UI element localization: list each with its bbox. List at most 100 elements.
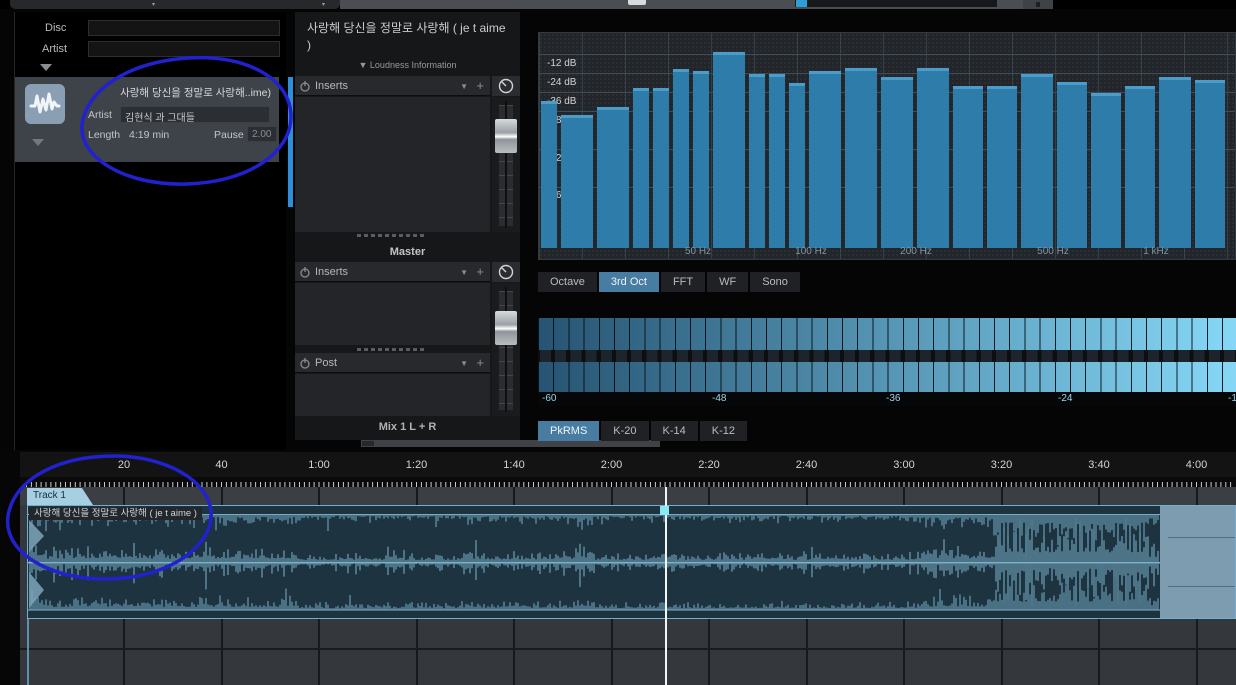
spectrum-bar (789, 83, 805, 248)
freq-label: 500 Hz (1037, 246, 1069, 257)
top-toolbar: ▾ ▾ (0, 0, 1236, 9)
spectrum-bar (1159, 77, 1191, 248)
ruler-label: 1:20 (405, 459, 428, 471)
spectrum-mode-3rd-oct[interactable]: 3rd Oct (598, 272, 659, 292)
chevron-down-icon[interactable]: ▼ (460, 268, 468, 277)
post-header[interactable]: Post ▼ + (295, 353, 490, 373)
meter-mode-pkrms[interactable]: PkRMS (538, 421, 600, 441)
spectrum-mode-fft[interactable]: FFT (660, 272, 706, 292)
power-icon[interactable] (299, 357, 311, 369)
meter-bar-right (538, 362, 1236, 392)
meter-scale-label: -24 (1058, 393, 1073, 404)
post-area[interactable] (295, 374, 490, 416)
freq-label: 200 Hz (900, 246, 932, 257)
master-fader-zone (492, 283, 520, 416)
toolbar-small-button[interactable] (1023, 0, 1053, 9)
track-fader-handle[interactable] (495, 119, 517, 153)
spectrum-analyzer: -12 dB-24 dB-36 dB-48 dB-72 dB-96 dB50 H… (538, 32, 1236, 260)
meter-scale-label: -60 (542, 393, 557, 404)
knob-icon (498, 264, 514, 280)
meter-mode-k-20[interactable]: K-20 (601, 421, 649, 441)
tail-zero-line (1168, 586, 1235, 587)
meter-scale-label: -12 (1228, 393, 1236, 404)
meter-scale: -60 -48 -36 -24 -12 (538, 392, 1236, 406)
spectrum-mode-octave[interactable]: Octave (538, 272, 597, 292)
db-gridline (539, 73, 1235, 74)
spectrum-mode-wf[interactable]: WF (707, 272, 749, 292)
meter-mode-k-14[interactable]: K-14 (650, 421, 698, 441)
knob-icon (498, 78, 514, 94)
inserts-label: Inserts (315, 80, 349, 92)
collapse-arrow-icon[interactable] (40, 64, 52, 71)
disc-input[interactable] (88, 20, 280, 36)
track-knob-button[interactable] (492, 76, 520, 96)
spectrum-bar (673, 69, 689, 248)
spectrum-bar (541, 100, 557, 248)
lane-divider (20, 648, 1236, 650)
spectrum-bar (809, 70, 841, 248)
spectrum-bar (1091, 92, 1121, 248)
chevron-down-icon: ▾ (152, 2, 156, 8)
ruler-ticks (20, 477, 1236, 489)
panel-song-title: 사랑해 당신을 정말로 사랑해 ( je t aime ) (307, 21, 506, 52)
master-knob-button[interactable] (492, 262, 520, 282)
meter-mode-k-12[interactable]: K-12 (699, 421, 748, 441)
channel-panel: 사랑해 당신을 정말로 사랑해 ( je t aime ) ▼ Loudness… (295, 12, 520, 440)
add-insert-icon[interactable]: + (476, 264, 484, 279)
ruler-label: 3:00 (893, 459, 915, 471)
power-icon[interactable] (299, 266, 311, 278)
playhead-marker[interactable] (660, 506, 669, 515)
spectrum-bar (653, 88, 669, 248)
horizontal-scrollbar[interactable] (361, 440, 660, 447)
db-label: -12 dB (547, 57, 577, 69)
track-list-panel: Disc Artist 사랑해 당신을 정말로 사랑해..ime) Artist… (14, 12, 286, 450)
pause-field[interactable]: 2.00 (247, 126, 277, 142)
power-icon[interactable] (299, 80, 311, 92)
time-ruler[interactable]: 20 40 1:00 1:20 1:40 2:00 2:20 2:40 3:00 3:20 3:40… (20, 452, 1236, 477)
track-fader-zone (492, 97, 520, 232)
ruler-label: 3:20 (990, 459, 1013, 471)
ruler-label: 3:40 (1088, 459, 1110, 471)
track-list-item[interactable]: 사랑해 당신을 정말로 사랑해..ime) Artist 김현식 과 그대들 L… (15, 77, 279, 162)
post-label: Post (315, 357, 338, 369)
pause-label: Pause (214, 129, 244, 141)
track-list-scrollbar[interactable] (288, 77, 293, 207)
master-inserts-header[interactable]: Inserts ▼ + (295, 262, 490, 282)
playhead[interactable] (665, 487, 667, 685)
scrollbar-handle[interactable] (362, 441, 374, 446)
section-splitter[interactable] (357, 348, 427, 351)
freq-label: 1 kHz (1143, 246, 1169, 257)
artist-input[interactable] (88, 41, 280, 57)
track-header-row (20, 487, 1236, 505)
chevron-down-icon[interactable]: ▼ (460, 359, 468, 368)
master-fader-handle[interactable] (495, 311, 517, 345)
device-combo[interactable] (10, 0, 340, 9)
master-inserts-area[interactable] (295, 283, 490, 345)
meter-scale-label: -48 (712, 393, 727, 404)
spectrum-bar (713, 51, 745, 248)
spectrum-bar (953, 86, 983, 248)
add-insert-icon[interactable]: + (476, 355, 484, 370)
item-artist-field[interactable]: 김현식 과 그대들 (120, 106, 270, 123)
chevron-down-icon[interactable]: ▼ (460, 82, 468, 91)
loudness-information-header[interactable]: ▼ Loudness Information (295, 60, 520, 70)
chevron-down-icon: ▾ (322, 2, 326, 8)
spectrum-mode-sono[interactable]: Sono (750, 272, 800, 292)
section-splitter[interactable] (357, 234, 427, 237)
loudness-meter: -60 -48 -36 -24 -12 (538, 318, 1236, 406)
spectrum-bar (693, 70, 709, 248)
spectrum-mode-buttons: Octave 3rd Oct FFT WF Sono (538, 272, 800, 292)
audio-clip[interactable]: 사랑해 당신을 정말로 사랑해 ( je t aime ) (27, 505, 1236, 619)
toolbar-mini-button[interactable] (628, 0, 646, 5)
master-title: Master (389, 246, 426, 258)
track-inserts-header[interactable]: Inserts ▼ + (295, 76, 490, 96)
clip-edge-marker (27, 619, 29, 685)
spectrum-bar (1021, 73, 1053, 248)
track-tab[interactable]: Track 1 (27, 488, 93, 505)
clip-title: 사랑해 당신을 정말로 사랑해 ( je t aime ) (29, 507, 202, 520)
add-insert-icon[interactable]: + (476, 78, 484, 93)
item-expand-icon[interactable] (32, 139, 44, 146)
ruler-label: 4:00 (1185, 459, 1208, 471)
track-inserts-area[interactable] (295, 97, 490, 232)
meter-mode-buttons: PkRMS K-20 K-14 K-12 (538, 421, 748, 441)
